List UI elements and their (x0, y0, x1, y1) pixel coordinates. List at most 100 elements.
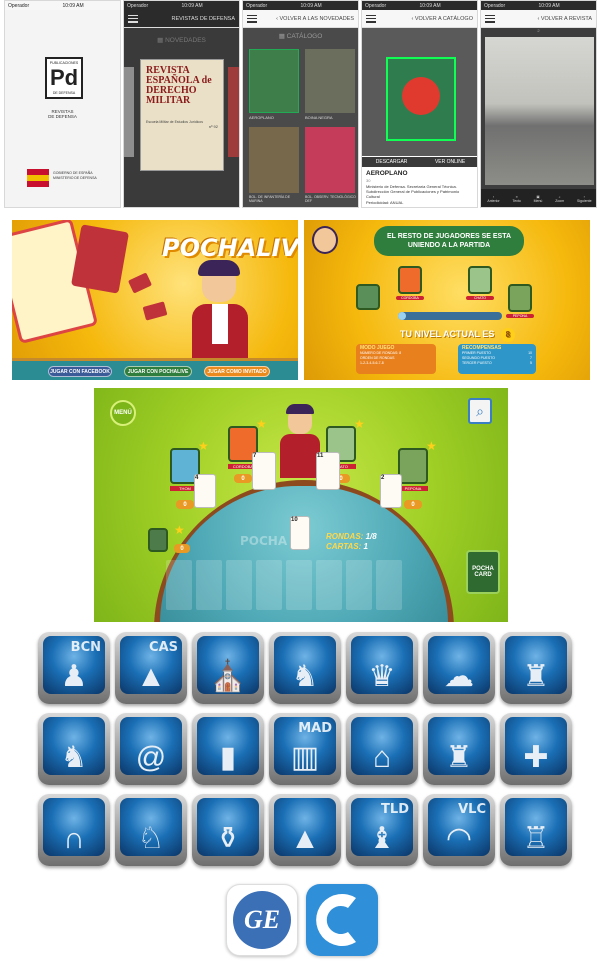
nav-title: REVISTAS DE DEFENSA (171, 15, 235, 22)
icon-artwork: @ (120, 717, 182, 775)
view-online-button[interactable]: VER ONLINE (435, 159, 465, 165)
catalog-item[interactable] (305, 127, 355, 193)
catalog-item[interactable] (305, 49, 355, 113)
icon-silhouette: ✚ (523, 741, 549, 774)
back-link[interactable]: ‹ VOLVER A CATÁLOGO (411, 16, 473, 22)
waiting-message: EL RESTO DE JUGADORES SE ESTA UNIENDO A … (386, 233, 512, 249)
hand-slot[interactable] (286, 560, 312, 610)
pocha-card-button[interactable]: POCHA CARD (466, 550, 500, 594)
catalog-item[interactable] (249, 49, 299, 113)
icon-silhouette: ▲ (290, 822, 320, 855)
toledo-icon[interactable]: ♝ TLD (346, 794, 418, 866)
icon-silhouette: ♝ (368, 822, 396, 855)
icon-artwork: ▥ MAD (274, 717, 336, 775)
ge-logo: GE (233, 891, 291, 949)
flying-card (127, 272, 153, 294)
pyramid-icon[interactable]: ▲ (269, 794, 341, 866)
vase-icon[interactable]: ⚱ (192, 794, 264, 866)
cover-left[interactable] (124, 67, 134, 157)
dealer-avatar (312, 226, 338, 254)
message-bubble: EL RESTO DE JUGADORES SE ESTA UNIENDO A … (374, 226, 524, 256)
menu-button[interactable]: ▣ Menú (534, 195, 543, 203)
hand-slot[interactable] (316, 560, 342, 610)
section-label: NOVEDADES (165, 37, 206, 44)
icon-artwork: ▲ CAS (120, 636, 182, 694)
icon-label: BCN (70, 640, 101, 655)
icon-label: TLD (381, 802, 409, 817)
reward-value: 5 (530, 361, 532, 365)
santiago-shell-icon[interactable]: ✚ (500, 713, 572, 785)
back-link[interactable]: ‹ VOLVER A REVISTA (537, 16, 592, 22)
page-image[interactable] (485, 37, 594, 185)
icon-silhouette: ⚱ (215, 822, 241, 855)
shell-roof-icon[interactable]: ☁ (423, 632, 495, 704)
pochalive-login-label: JUGAR CON POCHALIVE (127, 368, 189, 375)
barcelona-icon[interactable]: ♟ BCN (38, 632, 110, 704)
back-link[interactable]: ‹ VOLVER A LAS NOVEDADES (276, 16, 354, 22)
next-label: Siguiente (576, 199, 592, 203)
lion-icon[interactable]: ♞ (38, 713, 110, 785)
snail-icon[interactable]: @ (115, 713, 187, 785)
icon-silhouette: ♞ (60, 741, 88, 774)
level-star-icon: ★ (354, 417, 365, 431)
icon-silhouette: ♟ (60, 660, 88, 693)
menu-button[interactable]: MENÚ (110, 400, 136, 426)
guest-login-button[interactable]: JUGAR COMO INVITADO (204, 366, 270, 377)
bull-icon[interactable]: ♞ (269, 632, 341, 704)
pochalive-login-button[interactable]: JUGAR CON POCHALIVE (124, 366, 192, 377)
madrid-icon[interactable]: ▥ MAD (269, 713, 341, 785)
level-value: 8 (505, 330, 511, 339)
hand-slot[interactable] (376, 560, 402, 610)
zoom-button[interactable]: ⌕ Zoom (555, 195, 564, 203)
columns-icon[interactable]: ▮ (192, 713, 264, 785)
status-time: 10:09 AM (538, 2, 560, 9)
facebook-login-label: JUGAR CON FACEBOOK (50, 368, 110, 375)
hand-slot[interactable] (166, 560, 192, 610)
c-app-icon[interactable] (306, 884, 378, 956)
cover-right[interactable] (228, 67, 239, 157)
ge-app-icon[interactable]: GE (226, 884, 298, 956)
magazine-cover[interactable]: REVISTA ESPAÑOLA de DERECHO MILITAR Escu… (140, 59, 224, 171)
castellon-icon[interactable]: ▲ CAS (115, 632, 187, 704)
text-button[interactable]: ≡ Texto (512, 195, 520, 203)
hand-slot[interactable] (226, 560, 252, 610)
operator-label: Operador (8, 2, 30, 9)
download-button[interactable]: DESCARGAR (376, 159, 408, 165)
dome-icon[interactable]: ⛪ (192, 632, 264, 704)
menu-icon[interactable] (128, 14, 138, 23)
hand-card[interactable]: 10 (290, 516, 310, 550)
hand-slot[interactable] (346, 560, 372, 610)
logo-bottom-text: DE DEFENSA (52, 91, 76, 95)
statue-icon[interactable]: ♜ (500, 632, 572, 704)
valencia-icon[interactable]: ◠ VLC (423, 794, 495, 866)
level-star-icon: ★ (198, 439, 209, 453)
ministry-emblem (27, 169, 49, 187)
rounds-label: RONDAS: (326, 532, 364, 541)
facebook-login-button[interactable]: JUGAR CON FACEBOOK (48, 366, 112, 377)
icon-artwork: ⛪ (197, 636, 259, 694)
horse-icon[interactable]: ♘ (115, 794, 187, 866)
detalle-screen: Operador 10:09 AM ‹ VOLVER A CATÁLOGO DES… (361, 0, 478, 208)
mode-line: 1-2-3-4-5-6-7-8 (360, 361, 384, 365)
castle-icon[interactable]: ♜ (423, 713, 495, 785)
cover-title: REVISTA ESPAÑOLA de DERECHO MILITAR (146, 65, 212, 106)
hand-slot[interactable] (196, 560, 222, 610)
menu-icon[interactable] (366, 14, 376, 23)
lighthouse-icon[interactable]: ♖ (500, 794, 572, 866)
virgin-icon[interactable]: ♛ (346, 632, 418, 704)
prev-button[interactable]: ‹ Anterior (487, 195, 499, 203)
hand-slot[interactable] (256, 560, 282, 610)
menu-icon[interactable] (485, 14, 495, 23)
palace-icon[interactable]: ⌂ (346, 713, 418, 785)
guest-login-label: JUGAR COMO INVITADO (207, 368, 267, 375)
card-value: 11 (317, 453, 324, 459)
reward-row: TERCER PUESTO 5 (462, 361, 532, 366)
icon-artwork: ♘ (120, 798, 182, 856)
next-button[interactable]: › Siguiente (577, 195, 592, 203)
card-back-art (70, 224, 130, 294)
aqueduct-icon[interactable]: ∩ (38, 794, 110, 866)
progress-fill (398, 312, 407, 320)
catalog-item[interactable] (249, 127, 299, 193)
zoom-card-button[interactable]: ⌕ (468, 398, 492, 424)
menu-icon[interactable] (247, 14, 257, 23)
